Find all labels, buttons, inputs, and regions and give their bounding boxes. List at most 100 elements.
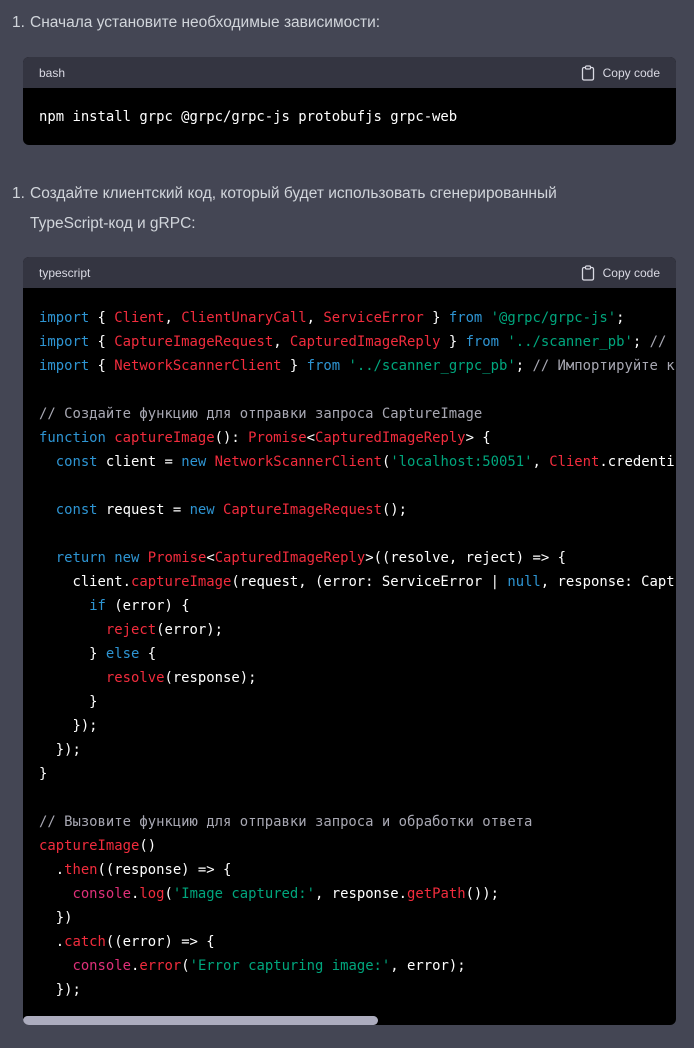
code-token: client. <box>39 574 131 590</box>
code-line: import { NetworkScannerClient } from '..… <box>39 354 675 378</box>
code-token: } <box>39 694 98 710</box>
code-token: ((error) => { <box>105 934 215 950</box>
code-content: import { Client, ClientUnaryCall, Servic… <box>23 288 676 1002</box>
code-token: new <box>189 502 215 518</box>
code-line: captureImage() <box>39 834 660 858</box>
code-token: (); <box>381 502 408 518</box>
code-language: bash <box>39 65 66 80</box>
code-token: null <box>507 574 541 590</box>
code-token: } <box>423 310 449 326</box>
code-token: from <box>306 358 341 374</box>
clipboard-icon <box>581 64 594 81</box>
code-token: import <box>39 334 90 350</box>
code-line: } else { <box>39 642 660 666</box>
code-line: resolve(response); <box>39 666 660 690</box>
code-block-bash: bash Copy code npm install grpc @grpc/gr… <box>23 57 676 145</box>
code-token: }); <box>39 982 81 998</box>
code-token: captureImage <box>131 574 232 590</box>
code-line: } <box>39 762 660 786</box>
code-token: ServiceError <box>323 310 424 326</box>
code-line: }); <box>39 714 660 738</box>
code-token: } <box>39 646 106 662</box>
code-token: new <box>114 550 140 566</box>
code-token: .credenti <box>599 454 675 470</box>
code-line: if (error) { <box>39 594 660 618</box>
code-line: reject(error); <box>39 618 660 642</box>
code-token: import <box>39 358 90 374</box>
code-token: 'Error capturing image:' <box>189 958 391 974</box>
code-token: captureImage <box>114 430 215 446</box>
code-token: npm install grpc @grpc/grpc-js protobufj… <box>39 109 458 125</box>
code-token: (error); <box>156 622 223 638</box>
list-item-step-2: 1. Создайте клиентский код, который буде… <box>12 179 630 239</box>
code-line: .catch((error) => { <box>39 930 660 954</box>
code-token: (error) { <box>105 598 190 614</box>
copy-code-button[interactable]: Copy code <box>581 64 660 81</box>
code-token: } <box>440 334 466 350</box>
code-token: else <box>105 646 140 662</box>
list-number: 1. <box>12 14 25 31</box>
code-token: Promise <box>248 430 307 446</box>
horizontal-scrollbar[interactable] <box>23 1016 378 1025</box>
code-line: // Вызовите функцию для отправки запроса… <box>39 810 660 834</box>
list-text: Сначала установите необходимые зависимос… <box>30 14 381 31</box>
code-token: () <box>139 838 157 854</box>
code-token: }); <box>39 742 81 758</box>
copy-code-label: Copy code <box>602 65 660 80</box>
clipboard-icon <box>581 264 594 281</box>
code-token: // Создайте функцию для отправки запроса… <box>39 406 483 422</box>
code-token: catch <box>64 934 106 950</box>
code-token: . <box>39 934 65 950</box>
code-line: } <box>39 690 660 714</box>
code-token: console <box>72 886 131 902</box>
code-token: (): <box>214 430 249 446</box>
code-token: , <box>306 310 324 326</box>
code-line: const request = new CaptureImageRequest(… <box>39 498 660 522</box>
code-token: , <box>164 310 182 326</box>
code-token: NetworkScannerClient <box>114 358 282 374</box>
code-token: } <box>281 358 307 374</box>
code-token: , <box>273 334 290 350</box>
code-token: function <box>39 430 106 446</box>
code-token: const <box>55 502 98 518</box>
code-token: , response. <box>315 886 408 902</box>
code-token: // Импортируйте к <box>532 358 675 374</box>
code-token: Promise <box>147 550 207 566</box>
code-token: '../scanner_grpc_pb' <box>348 358 516 374</box>
code-token: request = <box>97 502 190 518</box>
code-token: ( <box>164 886 173 902</box>
code-token: ClientUnaryCall <box>181 310 307 326</box>
code-line: // Создайте функцию для отправки запроса… <box>39 402 660 426</box>
code-line: console.log('Image captured:', response.… <box>39 882 660 906</box>
code-token: , error); <box>390 958 466 974</box>
code-token: // Вызовите функцию для отправки запроса… <box>39 814 533 830</box>
code-token: , <box>532 454 550 470</box>
copy-code-button[interactable]: Copy code <box>581 264 660 281</box>
code-token: const <box>55 454 98 470</box>
code-token: }) <box>39 910 73 926</box>
code-line: npm install grpc @grpc/grpc-js protobufj… <box>39 105 660 129</box>
code-token: error <box>139 958 182 974</box>
code-token: { <box>139 646 157 662</box>
code-line: console.error('Error capturing image:', … <box>39 954 660 978</box>
list-item-step-1: 1. Сначала установите необходимые зависи… <box>12 8 670 38</box>
code-line: }) <box>39 906 660 930</box>
code-token: return <box>55 550 106 566</box>
code-token: { <box>89 334 115 350</box>
code-line: }); <box>39 738 660 762</box>
code-token: ()); <box>465 886 500 902</box>
code-token: (request, (error: ServiceError | <box>231 574 508 590</box>
code-token: '@grpc/grpc-js' <box>490 310 617 326</box>
